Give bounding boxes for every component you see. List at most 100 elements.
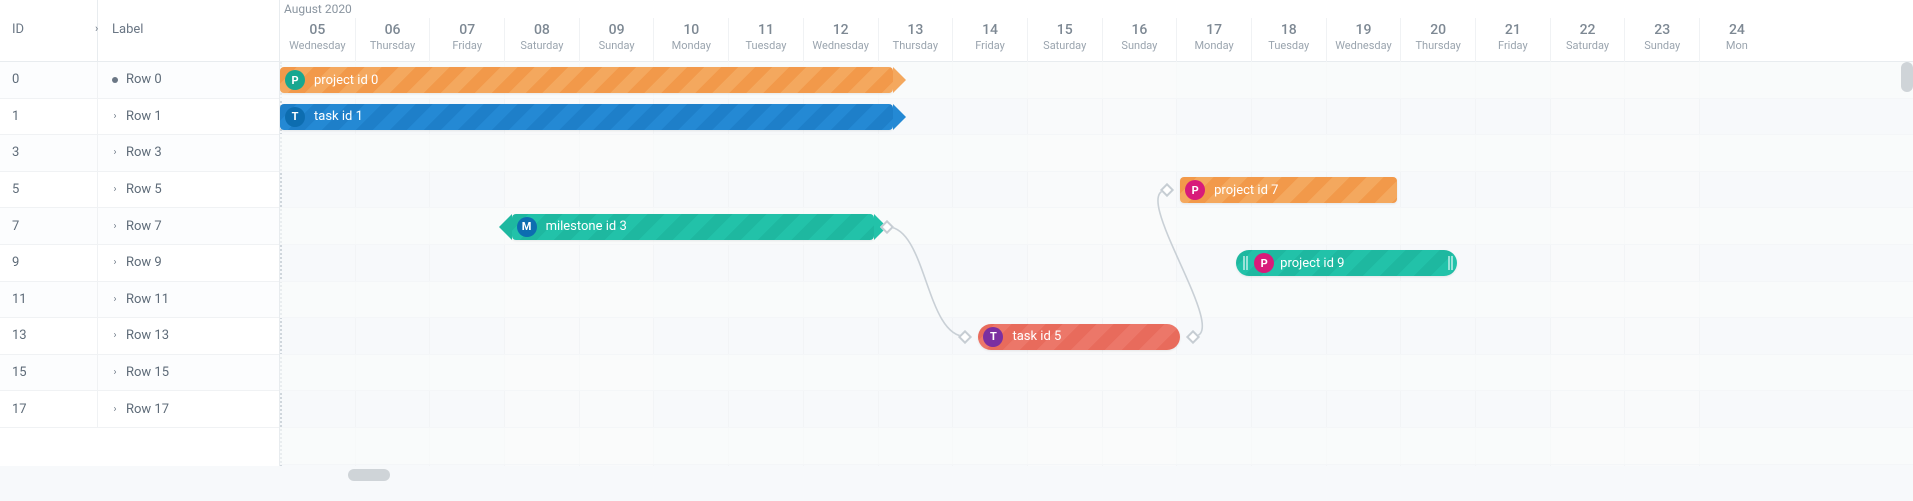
day-name: Wednesday [804, 39, 878, 52]
sidebar-header: ID › Label [0, 0, 279, 62]
day-header[interactable]: 22Saturday [1550, 18, 1625, 62]
list-row[interactable]: 7 › Row 7 [0, 208, 279, 245]
day-header[interactable]: 21Friday [1475, 18, 1550, 62]
timeline-month-label: August 2020 [284, 2, 352, 16]
chevron-right-icon[interactable]: › [112, 184, 118, 195]
day-number: 22 [1551, 22, 1625, 38]
row-label-cell: ›Row 5 [98, 172, 279, 208]
grid-row [280, 172, 1913, 209]
list-row[interactable]: 5›Row 5 [0, 172, 279, 209]
gantt-bar-project-9[interactable]: Pproject id 9 [1236, 250, 1456, 276]
day-header[interactable]: 18Tuesday [1251, 18, 1326, 62]
day-header[interactable]: 13Thursday [878, 18, 953, 62]
day-header[interactable]: 16Sunday [1102, 18, 1177, 62]
day-header[interactable]: 05Wednesday [280, 18, 355, 62]
chevron-right-icon[interactable]: › [112, 257, 118, 268]
row-id-cell: 17 [0, 391, 98, 427]
grid-row [280, 135, 1913, 172]
chevron-right-icon[interactable]: › [112, 111, 118, 122]
chevron-right-icon[interactable]: › [112, 221, 118, 232]
list-row[interactable]: 11›Row 11 [0, 282, 279, 319]
day-number: 06 [356, 22, 430, 38]
list-row[interactable]: 17›Row 17 [0, 391, 279, 428]
horizontal-scrollbar-track[interactable] [280, 469, 1913, 483]
day-header[interactable]: 14Friday [952, 18, 1027, 62]
day-header[interactable]: 11Tuesday [728, 18, 803, 62]
day-name: Friday [430, 39, 504, 52]
list-row[interactable]: 1 › Row 1 [0, 99, 279, 136]
vertical-scrollbar-thumb[interactable] [1901, 62, 1913, 92]
list-row[interactable]: 0Row 0 [0, 62, 279, 99]
day-number: 14 [953, 22, 1027, 38]
day-name: Mon [1700, 39, 1774, 52]
day-number: 05 [280, 22, 355, 38]
list-row[interactable]: 3›Row 3 [0, 135, 279, 172]
day-header[interactable]: 06Thursday [355, 18, 430, 62]
row-label-text: Row 7 [126, 219, 162, 234]
grid-row [280, 355, 1913, 392]
row-label-cell: › Row 13 [98, 318, 279, 354]
day-header[interactable]: 20Thursday [1400, 18, 1475, 62]
chevron-right-icon[interactable]: › [112, 330, 118, 341]
list-row[interactable]: 13›Row 13 [0, 318, 279, 355]
day-number: 08 [505, 22, 579, 38]
bar-label: task id 5 [1012, 329, 1061, 344]
row-label-text: Row 9 [126, 255, 162, 270]
resize-grip-left[interactable] [1240, 254, 1248, 272]
row-id-cell: 7 [0, 208, 98, 244]
row-id-cell: 9 [0, 245, 98, 281]
day-name: Tuesday [1252, 39, 1326, 52]
day-header[interactable]: 19Wednesday [1326, 18, 1401, 62]
horizontal-scrollbar-thumb[interactable] [348, 469, 390, 481]
day-number: 11 [729, 22, 803, 38]
list-row[interactable]: 15›Row 15 [0, 355, 279, 392]
day-header[interactable]: 24Mon [1699, 18, 1774, 62]
row-id-cell: 11 [0, 282, 98, 318]
column-header-label[interactable]: › Label [98, 0, 279, 61]
row-label-cell: ›Row 17 [98, 391, 279, 427]
gantt-bar-project-0[interactable]: Pproject id 0 [280, 67, 893, 93]
resize-grip-right[interactable] [1445, 254, 1453, 272]
gantt-bar-project-7[interactable]: Pproject id 7 [1180, 177, 1397, 203]
day-header[interactable]: 15Saturday [1027, 18, 1102, 62]
day-header[interactable]: 10Monday [653, 18, 728, 62]
gantt-bar-task-5[interactable]: Ttask id 5 [978, 324, 1180, 350]
row-label-cell: › Row 7 [98, 208, 279, 244]
day-name: Monday [1177, 39, 1251, 52]
day-number: 16 [1103, 22, 1177, 38]
chevron-right-icon[interactable]: › [112, 147, 118, 158]
day-header[interactable]: 23Sunday [1624, 18, 1699, 62]
column-header-label-text: Label [112, 22, 143, 37]
day-header[interactable]: 12Wednesday [803, 18, 878, 62]
day-number: 19 [1327, 22, 1401, 38]
row-label-cell: ›Row 11 [98, 282, 279, 318]
timeline: August 2020 05Wednesday06Thursday07Frida… [280, 0, 1913, 466]
list-row[interactable]: 9 › Row 9 [0, 245, 279, 282]
project-icon: P [285, 70, 305, 90]
row-label-text: Row 15 [126, 365, 169, 380]
day-header[interactable]: 09Sunday [579, 18, 654, 62]
day-name: Tuesday [729, 39, 803, 52]
day-header[interactable]: 07Friday [429, 18, 504, 62]
day-header[interactable]: 17Monday [1176, 18, 1251, 62]
row-label-text: Row 1 [126, 109, 162, 124]
day-number: 15 [1028, 22, 1102, 38]
day-name: Wednesday [280, 39, 355, 52]
chevron-right-icon[interactable]: › [112, 367, 118, 378]
row-id-cell: 1 [0, 99, 98, 135]
day-name: Thursday [879, 39, 953, 52]
chevron-right-icon: › [95, 22, 98, 35]
day-header[interactable]: 08Saturday [504, 18, 579, 62]
timeline-days: 05Wednesday06Thursday07Friday08Saturday0… [280, 18, 1913, 62]
day-number: 18 [1252, 22, 1326, 38]
chevron-right-icon[interactable]: › [112, 404, 118, 415]
day-name: Sunday [580, 39, 654, 52]
chevron-right-icon[interactable]: › [112, 294, 118, 305]
gantt-bar-milestone-3[interactable]: Mmilestone id 3 [512, 214, 874, 240]
timeline-body[interactable]: Pproject id 0 Ttask id 1 Pproject id 7 Mmil… [280, 62, 1913, 466]
day-number: 13 [879, 22, 953, 38]
row-label-text: Row 13 [126, 328, 169, 343]
column-header-id[interactable]: ID [0, 0, 98, 61]
gantt-bar-task-1[interactable]: Ttask id 1 [280, 104, 893, 130]
row-id-cell: 5 [0, 172, 98, 208]
